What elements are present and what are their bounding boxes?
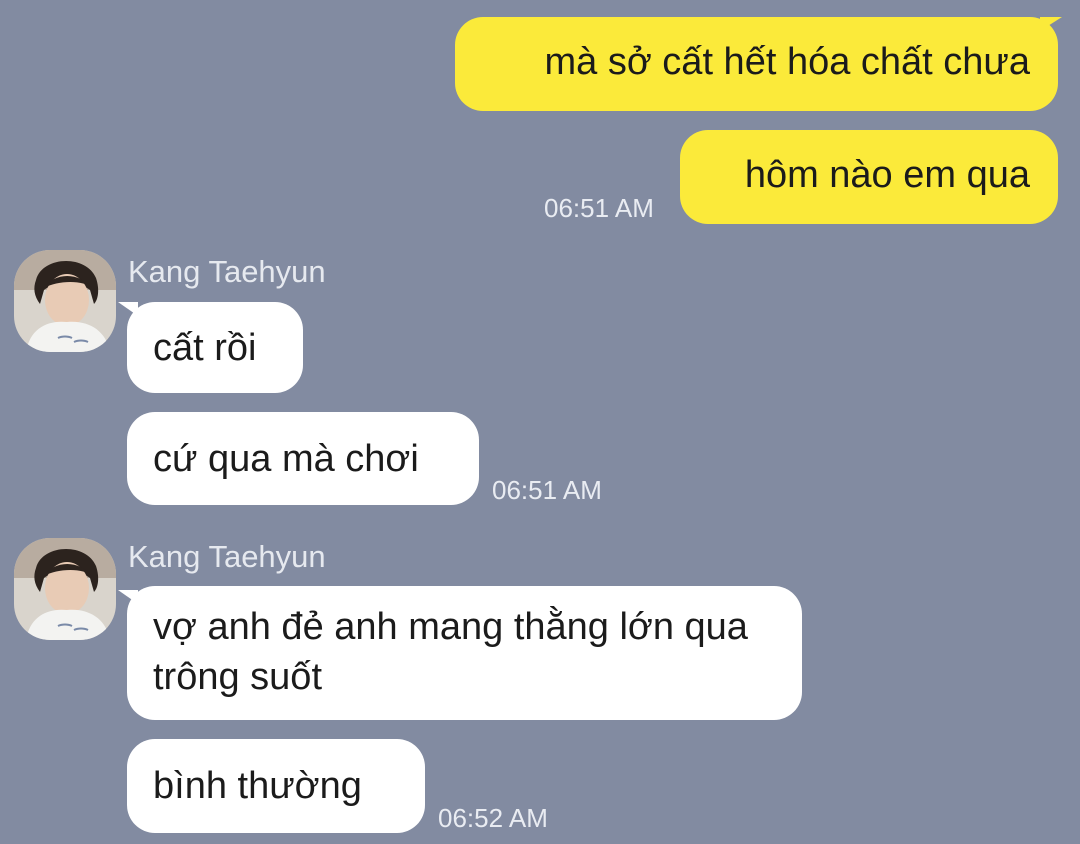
message-timestamp: 06:52 AM	[438, 803, 548, 833]
outgoing-message-bubble[interactable]: mà sở cất hết hóa chất chưa	[455, 17, 1058, 111]
incoming-message-bubble[interactable]: cứ qua mà chơi	[127, 412, 479, 505]
sender-avatar[interactable]	[14, 538, 116, 640]
message-timestamp: 06:51 AM	[492, 475, 602, 505]
sender-name: Kang Taehyun	[128, 254, 326, 289]
incoming-message-bubble[interactable]: cất rồi	[127, 302, 303, 393]
outgoing-message-bubble[interactable]: hôm nào em qua	[680, 130, 1058, 224]
message-text: bình thường	[153, 765, 362, 807]
sender-name: Kang Taehyun	[128, 539, 326, 574]
message-text: cất rồi	[153, 326, 257, 369]
incoming-message-bubble[interactable]: vợ anh đẻ anh mang thằng lớn qua trông s…	[127, 586, 802, 720]
incoming-message-bubble[interactable]: bình thường	[127, 739, 425, 833]
message-text: cứ qua mà chơi	[153, 437, 419, 480]
sender-avatar[interactable]	[14, 250, 116, 352]
message-text: vợ anh đẻ anh mang thằng lớn qua trông s…	[153, 606, 748, 698]
profile-photo-icon	[14, 538, 116, 640]
profile-photo-icon	[14, 250, 116, 352]
message-timestamp: 06:51 AM	[544, 193, 654, 223]
